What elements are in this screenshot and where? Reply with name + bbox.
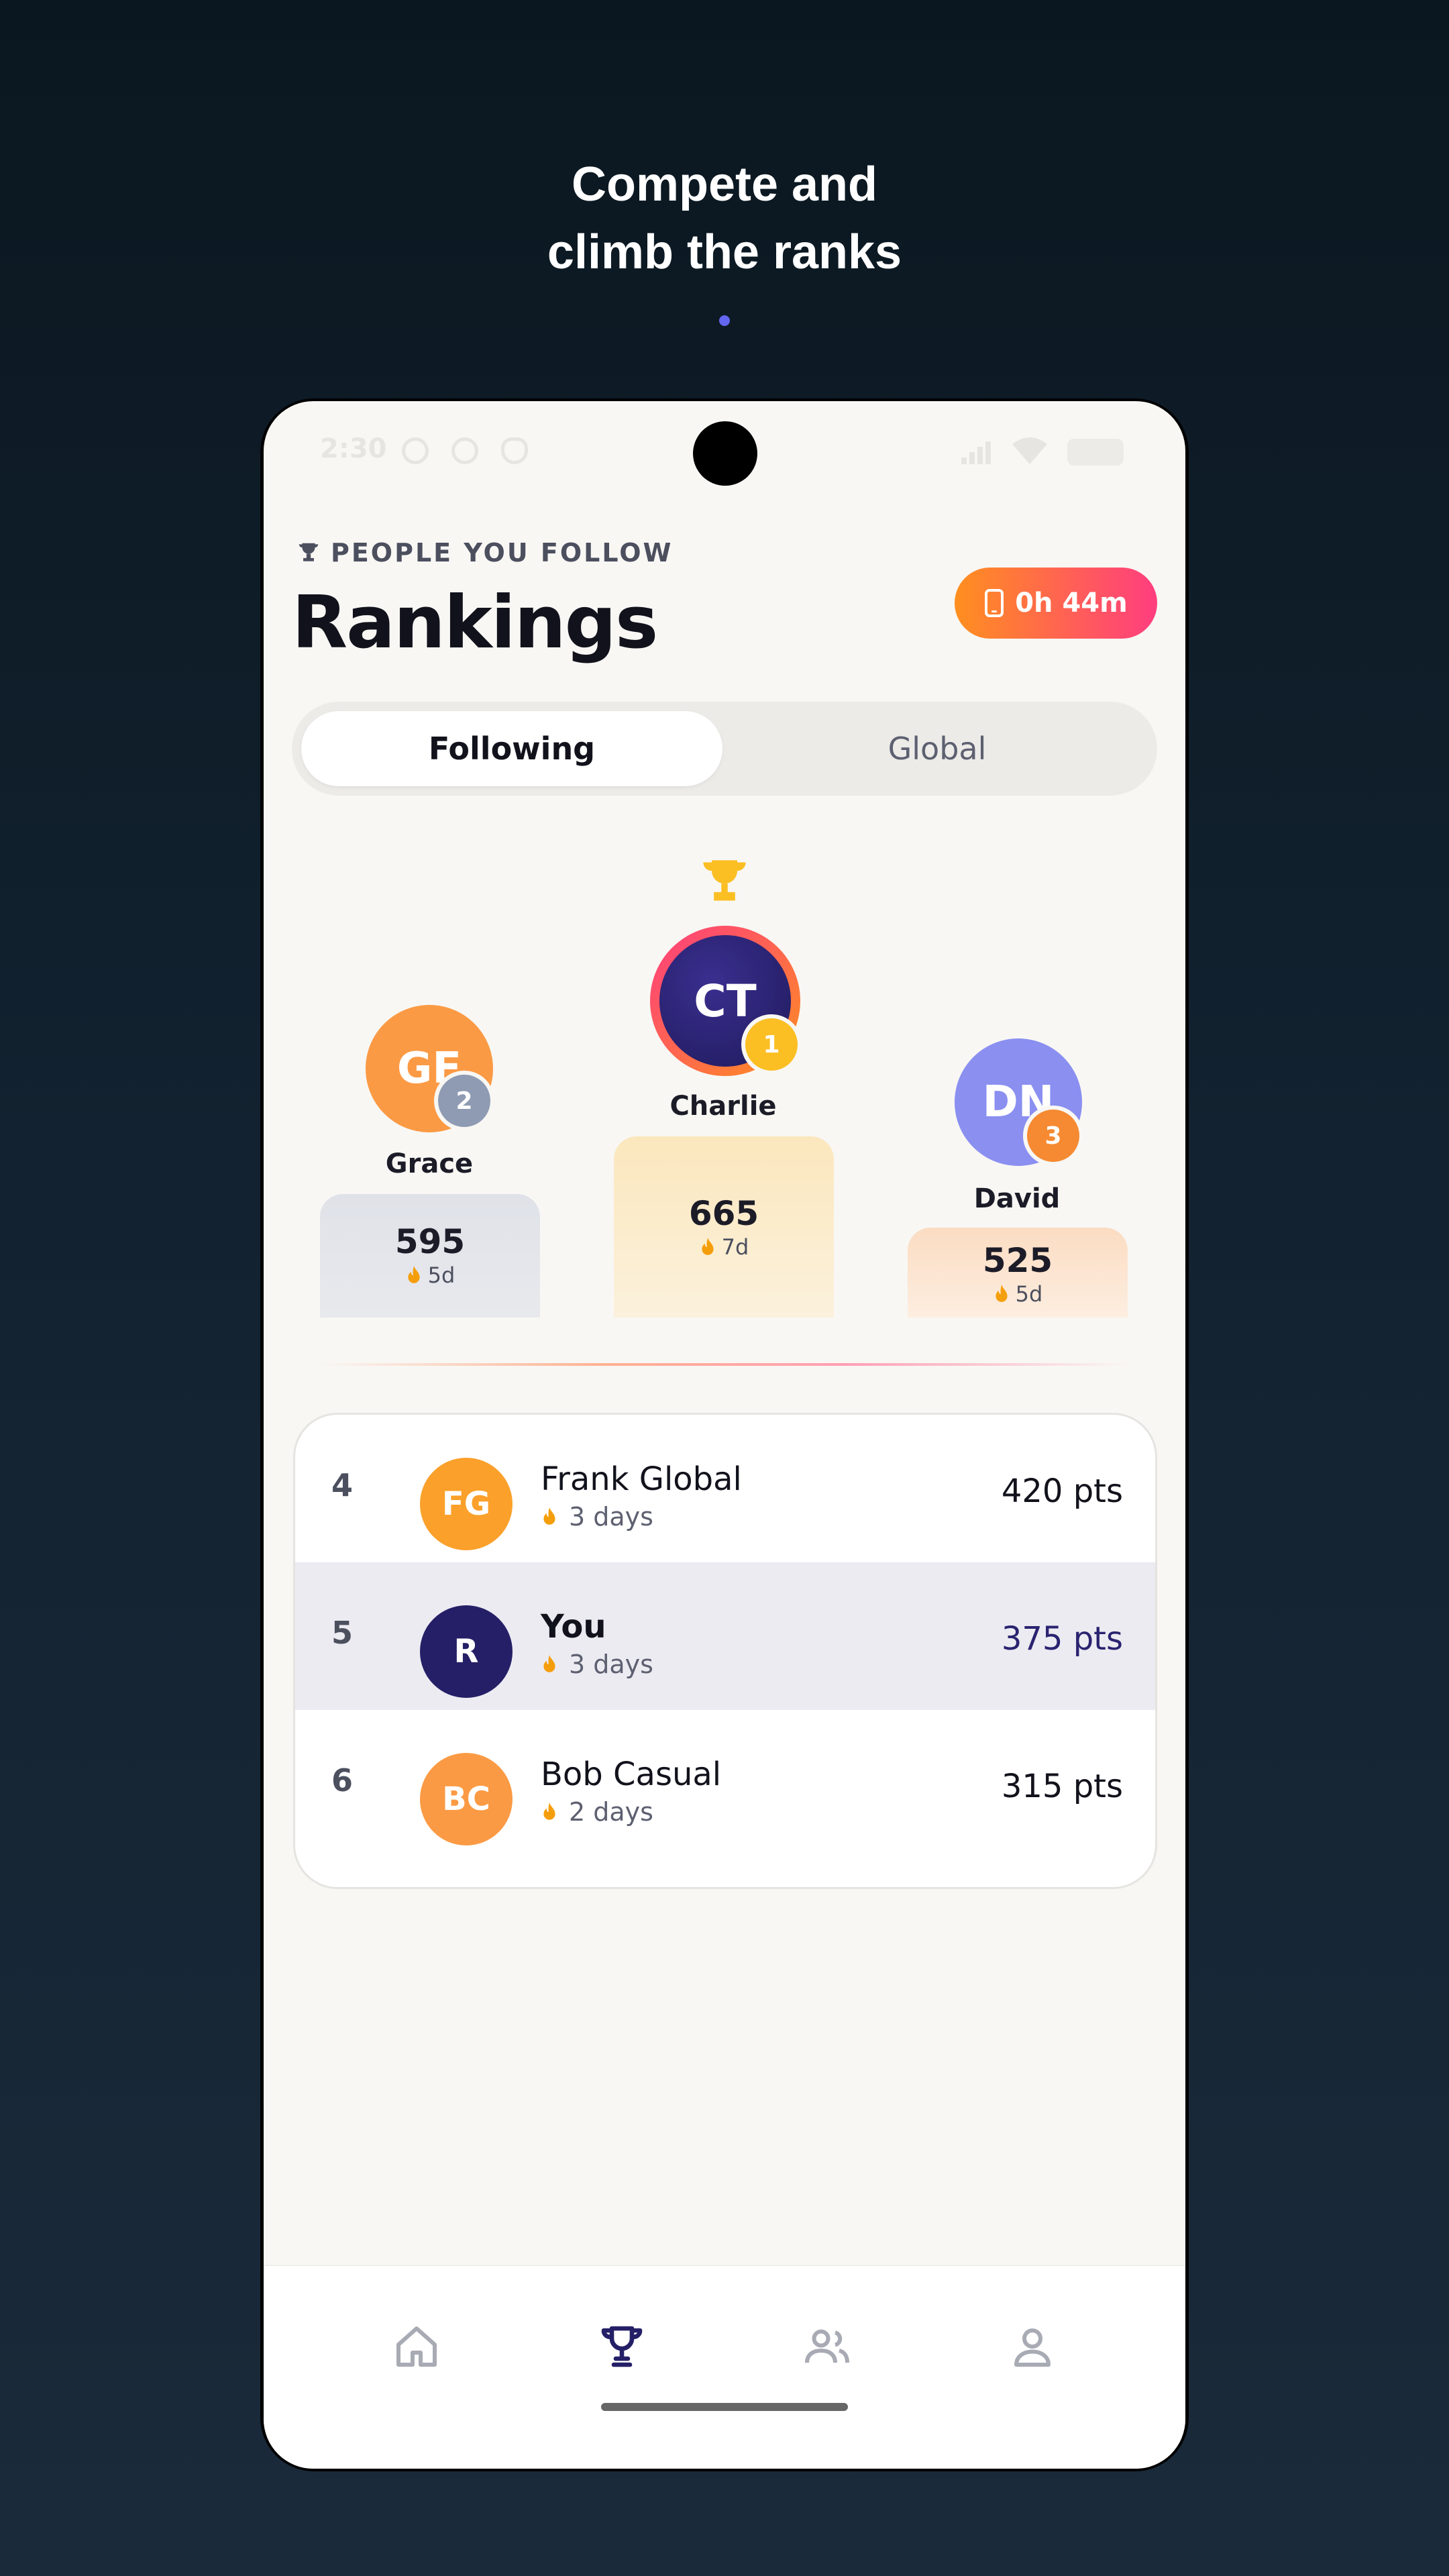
avatar: BC — [420, 1753, 513, 1845]
flame-icon — [543, 1507, 555, 1525]
nav-profile[interactable] — [1006, 2320, 1059, 2373]
rankings-list: 4 FG Frank Global 3 days 420 pts 5 R You… — [293, 1413, 1157, 1889]
list-streak-value: 3 days — [569, 1650, 653, 1679]
flame-icon — [702, 1238, 714, 1255]
nav-rankings[interactable] — [595, 2320, 649, 2373]
rank-badge-3: 3 — [1023, 1106, 1083, 1166]
friends-icon — [805, 2329, 849, 2363]
screen-time-badge[interactable]: 0h 44m — [955, 568, 1157, 639]
list-name: You — [541, 1608, 606, 1646]
list-streak: 3 days — [541, 1502, 653, 1532]
flame-icon — [543, 1655, 555, 1672]
home-indicator[interactable] — [601, 2403, 848, 2411]
list-item[interactable]: 6 BC Bob Casual 2 days 315 pts — [295, 1710, 1155, 1858]
list-points: 315 pts — [1001, 1768, 1123, 1805]
avatar: R — [420, 1605, 513, 1698]
flame-icon — [996, 1285, 1008, 1302]
podium-streak-3: 5d — [908, 1281, 1128, 1307]
podium-streak-1-value: 7d — [721, 1234, 749, 1260]
podium-divider — [320, 1363, 1129, 1366]
podium-streak-3-value: 5d — [1015, 1281, 1043, 1307]
location-status-icon — [501, 437, 528, 464]
podium-score-2: 595 — [394, 1222, 466, 1261]
phone-icon — [985, 589, 1004, 617]
podium-name-2: Grace — [385, 1148, 474, 1179]
onboarding-headline: Compete and climb the ranks — [0, 151, 1449, 286]
tab-following[interactable]: Following — [301, 711, 722, 786]
podium-streak-2: 5d — [320, 1263, 540, 1288]
rank-badge-1: 1 — [741, 1014, 802, 1075]
wifi-icon — [1012, 437, 1047, 464]
trophy-icon — [299, 543, 319, 561]
screen-time-value: 0h 44m — [1015, 588, 1128, 619]
home-icon — [396, 2326, 437, 2367]
front-camera — [693, 421, 757, 486]
podium-streak-1: 7d — [614, 1234, 834, 1260]
podium-name-1: Charlie — [669, 1091, 777, 1122]
status-time: 2:30 — [320, 433, 387, 464]
nav-home[interactable] — [390, 2320, 443, 2373]
nav-friends[interactable] — [800, 2320, 854, 2373]
phone-screen: 2:30 PEOPLE YOU FOLLOW Rankings 0h 44m F… — [264, 401, 1185, 2469]
list-streak: 2 days — [541, 1797, 653, 1827]
list-points: 420 pts — [1001, 1472, 1123, 1510]
rank-badge-2: 2 — [434, 1071, 494, 1131]
podium-streak-2-value: 5d — [427, 1263, 455, 1288]
podium-block-1: 665 7d — [614, 1136, 834, 1318]
first-place-trophy-icon — [703, 860, 746, 901]
list-name: Frank Global — [541, 1460, 742, 1498]
avatar: FG — [420, 1458, 513, 1550]
list-streak-value: 3 days — [569, 1502, 653, 1532]
settings-status-icon — [402, 437, 429, 464]
page-title: Rankings — [292, 581, 658, 665]
podium-name-3: David — [973, 1183, 1061, 1214]
podium-block-2: 595 5d — [320, 1194, 540, 1318]
list-item[interactable]: 4 FG Frank Global 3 days 420 pts — [295, 1415, 1155, 1562]
list-streak: 3 days — [541, 1650, 653, 1679]
list-item-current-user[interactable]: 5 R You 3 days 375 pts — [295, 1562, 1155, 1710]
podium-score-1: 665 — [688, 1194, 759, 1233]
ranking-scope-tabs: Following Global — [292, 702, 1157, 796]
list-rank: 6 — [331, 1762, 354, 1799]
list-streak-value: 2 days — [569, 1797, 653, 1827]
headline-line-1: Compete and — [571, 158, 878, 211]
info-status-icon — [451, 437, 478, 464]
podium-score-3: 525 — [982, 1241, 1053, 1280]
signal-icon — [961, 441, 991, 464]
battery-icon — [1067, 439, 1124, 466]
list-rank: 5 — [331, 1615, 354, 1651]
eyebrow-label: PEOPLE YOU FOLLOW — [331, 538, 674, 568]
headline-line-2: climb the ranks — [547, 225, 902, 279]
podium-block-3: 525 5d — [908, 1228, 1128, 1318]
bottom-navigation — [264, 2265, 1185, 2469]
tab-global[interactable]: Global — [727, 711, 1148, 786]
section-eyebrow: PEOPLE YOU FOLLOW — [296, 538, 673, 568]
trophy-icon — [601, 2326, 643, 2367]
list-rank: 4 — [331, 1467, 354, 1503]
page-indicator-dot — [719, 315, 730, 326]
list-name: Bob Casual — [541, 1756, 722, 1793]
status-bar: 2:30 — [264, 401, 1185, 502]
list-points: 375 pts — [1001, 1620, 1123, 1658]
profile-icon — [1014, 2328, 1051, 2367]
flame-icon — [408, 1266, 420, 1283]
flame-icon — [543, 1803, 555, 1820]
